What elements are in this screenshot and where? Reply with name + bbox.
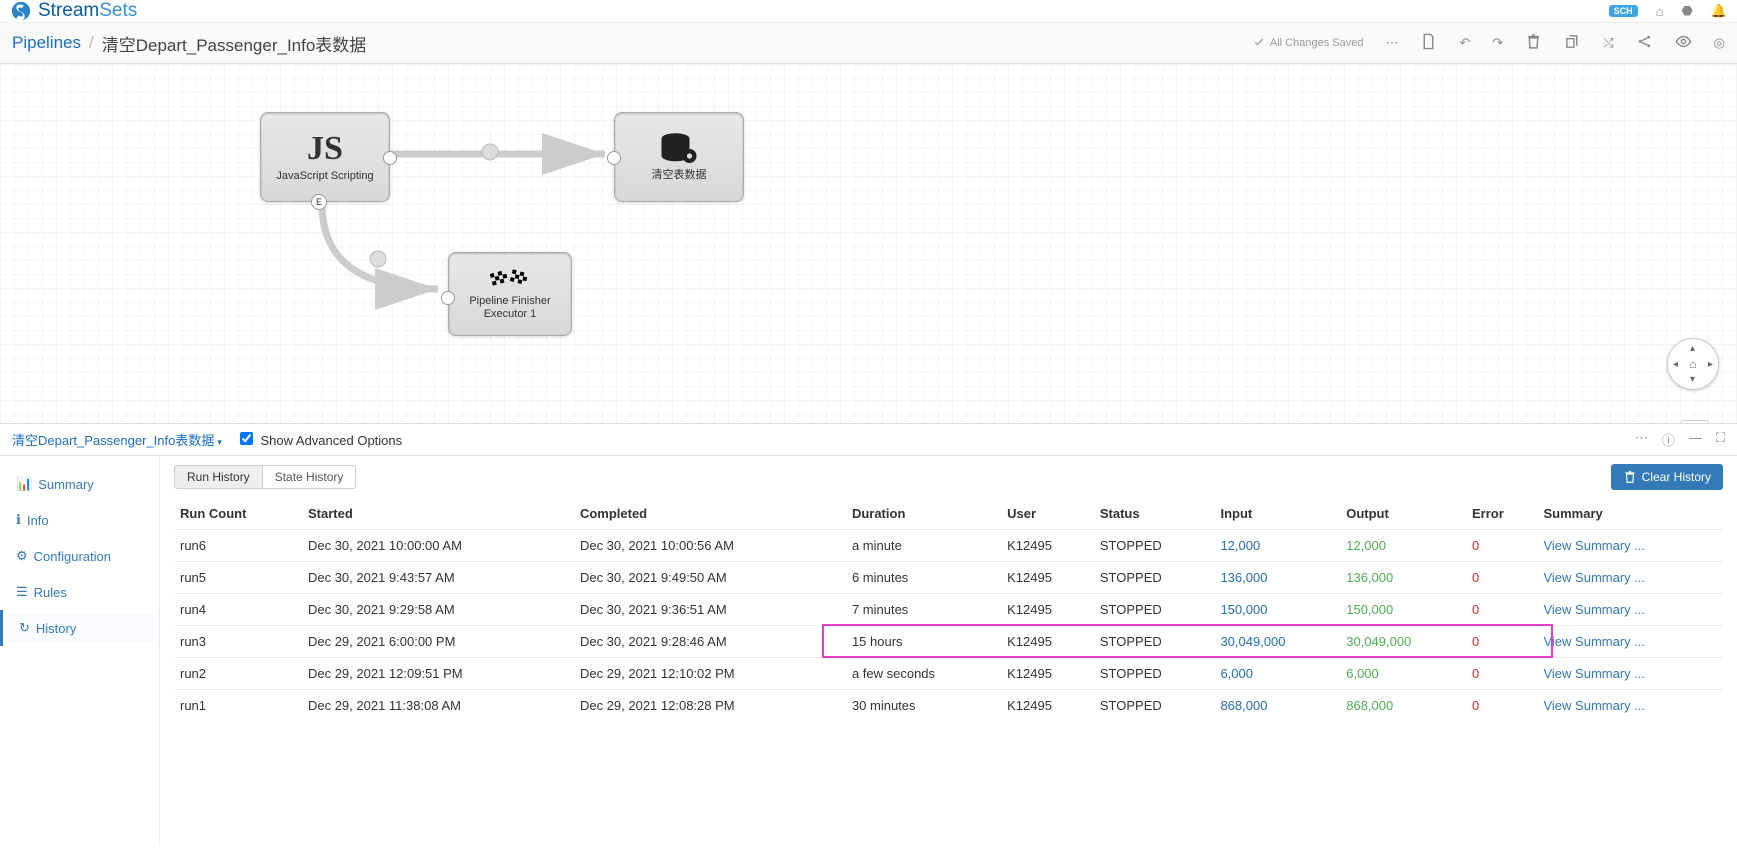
input-port[interactable] bbox=[607, 151, 621, 165]
view-summary-link[interactable]: View Summary ... bbox=[1543, 698, 1645, 713]
table-row: run2Dec 29, 2021 12:09:51 PMDec 29, 2021… bbox=[174, 658, 1723, 690]
pipeline-dropdown[interactable]: 清空Depart_Passenger_Info表数据 bbox=[12, 430, 222, 449]
col-run-count: Run Count bbox=[174, 498, 302, 530]
share-icon[interactable] bbox=[1636, 33, 1653, 53]
side-tab-history[interactable]: ↻History bbox=[0, 610, 159, 646]
view-summary-link[interactable]: View Summary ... bbox=[1543, 538, 1645, 553]
sch-badge[interactable]: SCH bbox=[1609, 5, 1638, 17]
node-clear-table[interactable]: 清空表数据 bbox=[614, 112, 744, 202]
breadcrumb-root[interactable]: Pipelines bbox=[12, 33, 81, 53]
zoom-controls: + − bbox=[1681, 420, 1709, 424]
input-port[interactable] bbox=[441, 291, 455, 305]
side-tab-rules[interactable]: ☰Rules bbox=[0, 574, 159, 610]
view-summary-link[interactable]: View Summary ... bbox=[1543, 634, 1645, 649]
view-summary-link[interactable]: View Summary ... bbox=[1543, 666, 1645, 681]
database-gear-icon bbox=[658, 131, 700, 167]
col-error: Error bbox=[1466, 498, 1537, 530]
col-duration: Duration bbox=[846, 498, 1001, 530]
col-summary: Summary bbox=[1537, 498, 1723, 530]
col-output: Output bbox=[1340, 498, 1466, 530]
output-port[interactable] bbox=[383, 151, 397, 165]
table-row: run4Dec 30, 2021 9:29:58 AMDec 30, 2021 … bbox=[174, 594, 1723, 626]
save-status: All Changes Saved bbox=[1252, 36, 1364, 50]
help-icon[interactable]: ⓘ bbox=[1662, 430, 1675, 449]
col-status: Status bbox=[1094, 498, 1215, 530]
inner-tab-run-history[interactable]: Run History bbox=[174, 465, 263, 489]
nav-compass[interactable]: ▴ ▾ ◂ ▸ ⌂ bbox=[1667, 338, 1719, 390]
bell-icon[interactable]: 🔔 bbox=[1711, 3, 1727, 19]
page-toolbar: Pipelines / 清空Depart_Passenger_Info表数据 A… bbox=[0, 22, 1737, 64]
history-inner-tabs: Run HistoryState History Clear History bbox=[174, 464, 1723, 490]
inner-tab-state-history[interactable]: State History bbox=[263, 465, 357, 489]
maximize-icon[interactable]: ⛶ bbox=[1716, 430, 1725, 449]
clear-history-button[interactable]: Clear History bbox=[1611, 464, 1723, 490]
col-user: User bbox=[1001, 498, 1094, 530]
col-input: Input bbox=[1214, 498, 1340, 530]
checkered-flag-icon bbox=[490, 267, 530, 293]
file-icon[interactable] bbox=[1420, 33, 1437, 53]
view-summary-link[interactable]: View Summary ... bbox=[1543, 570, 1645, 585]
show-advanced-checkbox[interactable]: Show Advanced Options bbox=[240, 432, 402, 448]
more-icon[interactable]: ⋯ bbox=[1385, 35, 1398, 51]
trash-icon[interactable] bbox=[1525, 33, 1542, 53]
node-pipeline-finisher[interactable]: Pipeline Finisher Executor 1 bbox=[448, 252, 572, 336]
side-tab-configuration[interactable]: ⚙Configuration bbox=[0, 538, 159, 574]
copy-icon[interactable] bbox=[1564, 33, 1581, 53]
run-history-table: Run CountStartedCompletedDurationUserSta… bbox=[174, 498, 1723, 721]
package-icon[interactable]: ⬣ bbox=[1681, 3, 1692, 19]
eye-icon[interactable] bbox=[1675, 33, 1692, 53]
error-port[interactable]: E bbox=[311, 194, 327, 210]
shuffle-icon[interactable]: ⤭ bbox=[1603, 35, 1613, 51]
brand-bar: StreamSets SCH ⌂ ⬣ 🔔 bbox=[0, 0, 1737, 22]
zoom-in-button[interactable]: + bbox=[1682, 421, 1708, 424]
more-icon[interactable]: ⋯ bbox=[1635, 430, 1648, 449]
view-summary-link[interactable]: View Summary ... bbox=[1543, 602, 1645, 617]
col-completed: Completed bbox=[574, 498, 846, 530]
target-icon[interactable]: ◎ bbox=[1714, 35, 1725, 51]
undo-icon[interactable]: ↶ bbox=[1459, 35, 1470, 51]
table-row: run6Dec 30, 2021 10:00:00 AMDec 30, 2021… bbox=[174, 530, 1723, 562]
detail-side-tabs: 📊SummaryℹInfo⚙Configuration☰Rules↻Histor… bbox=[0, 456, 160, 846]
minimize-icon[interactable]: — bbox=[1689, 430, 1702, 449]
breadcrumb-current: 清空Depart_Passenger_Info表数据 bbox=[102, 31, 367, 56]
table-row: run1Dec 29, 2021 11:38:08 AMDec 29, 2021… bbox=[174, 690, 1723, 722]
col-started: Started bbox=[302, 498, 574, 530]
breadcrumb: Pipelines / 清空Depart_Passenger_Info表数据 bbox=[12, 31, 366, 56]
node-js-scripting[interactable]: JS JavaScript Scripting E bbox=[260, 112, 390, 202]
redo-icon[interactable]: ↷ bbox=[1492, 35, 1503, 51]
pipeline-canvas[interactable]: JS JavaScript Scripting E 清空表数据 Pipeline… bbox=[0, 64, 1737, 424]
side-tab-summary[interactable]: 📊Summary bbox=[0, 466, 159, 502]
config-bar: 清空Depart_Passenger_Info表数据 Show Advanced… bbox=[0, 424, 1737, 456]
side-tab-info[interactable]: ℹInfo bbox=[0, 502, 159, 538]
home-icon[interactable]: ⌂ bbox=[1656, 4, 1664, 19]
js-icon: JS bbox=[307, 130, 343, 168]
table-row: run5Dec 30, 2021 9:43:57 AMDec 30, 2021 … bbox=[174, 562, 1723, 594]
table-row: run3Dec 29, 2021 6:00:00 PMDec 30, 2021 … bbox=[174, 626, 1723, 658]
brand-logo[interactable]: StreamSets bbox=[10, 0, 137, 22]
